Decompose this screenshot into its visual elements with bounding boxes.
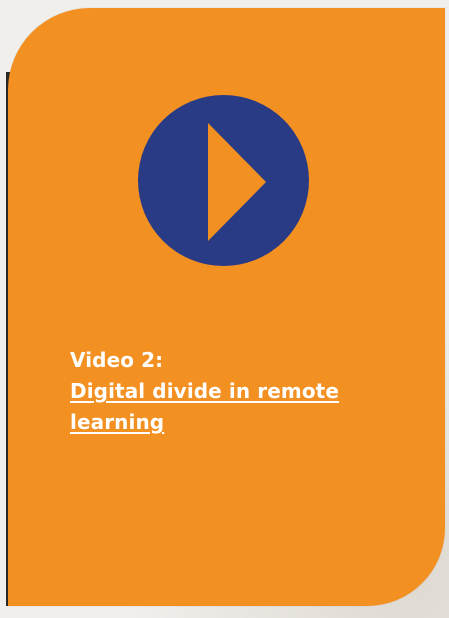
video-label: Video 2: bbox=[70, 348, 164, 372]
video-copy: Video 2: Digital divide in remote learni… bbox=[70, 345, 418, 438]
play-icon bbox=[208, 123, 266, 241]
video-card[interactable]: Video 2: Digital divide in remote learni… bbox=[8, 8, 445, 606]
video-title-link[interactable]: Digital divide in remote learning bbox=[70, 376, 400, 438]
play-button[interactable] bbox=[138, 95, 309, 266]
